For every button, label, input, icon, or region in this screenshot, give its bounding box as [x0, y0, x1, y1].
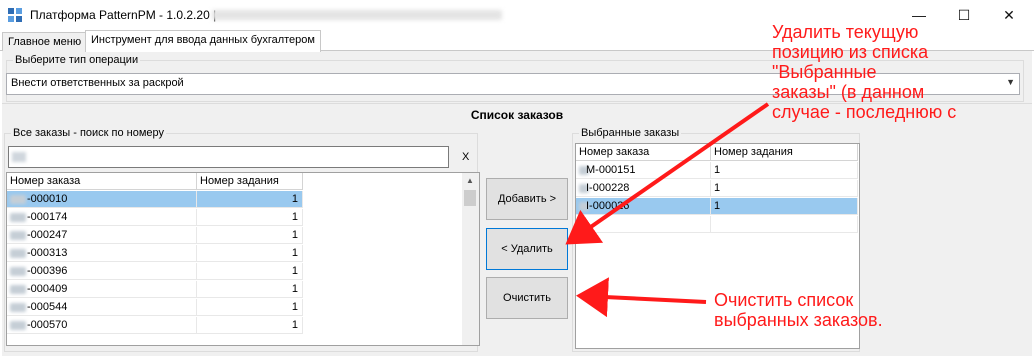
redacted-prefix: [10, 267, 26, 276]
order-number-cell: I-000026: [576, 198, 711, 215]
order-number-text: I-000228: [586, 182, 630, 194]
table-row[interactable]: I-000026 1: [576, 198, 858, 215]
app-icon: [8, 8, 22, 22]
redacted-prefix: [10, 213, 26, 222]
order-number-text: -000570: [27, 319, 68, 331]
order-search-input[interactable]: [8, 146, 449, 168]
selected-orders-group-title: Выбранные заказы: [579, 127, 682, 139]
grid-header: Номер заказа Номер задания: [576, 144, 858, 161]
annotation-line: случае - последнюю с: [772, 102, 957, 122]
order-number-cell: -000313: [7, 245, 197, 262]
scrollbar-thumb[interactable]: [464, 190, 476, 206]
order-number-cell: I-000228: [576, 180, 711, 197]
order-number-cell: -000544: [7, 299, 197, 316]
table-row[interactable]: M-000151 1: [576, 162, 858, 179]
table-row[interactable]: I-000228 1: [576, 180, 858, 197]
annotation-line: Очистить список: [714, 290, 854, 310]
order-number-text: I-000026: [586, 200, 630, 212]
task-number-cell: 1: [197, 299, 303, 316]
grid-header: Номер заказа Номер задания: [7, 173, 303, 190]
redacted-prefix: [10, 321, 26, 330]
order-number-cell: -000247: [7, 227, 197, 244]
table-row[interactable]: -000570 1: [7, 317, 303, 334]
task-number-cell: 1: [197, 245, 303, 262]
operation-label: Выберите тип операции: [13, 54, 141, 66]
empty-cell: [576, 216, 711, 233]
all-orders-scrollbar[interactable]: ▲: [462, 173, 479, 345]
order-number-cell: -000174: [7, 209, 197, 226]
table-row[interactable]: -000247 1: [7, 227, 303, 244]
table-row[interactable]: -000313 1: [7, 245, 303, 262]
task-number-cell: 1: [711, 198, 858, 215]
tab-accountant-tool[interactable]: Инструмент для ввода данных бухгалтером: [85, 30, 321, 52]
redacted-prefix: [10, 285, 26, 294]
column-header-order[interactable]: Номер заказа: [7, 173, 197, 190]
order-number-text: -000396: [27, 265, 68, 277]
order-number-cell: M-000151: [576, 162, 711, 179]
order-number-cell: -000396: [7, 263, 197, 280]
order-number-text: -000409: [27, 283, 68, 295]
task-number-cell: 1: [197, 281, 303, 298]
search-redacted: [12, 152, 26, 162]
table-row[interactable]: -000010 1: [7, 191, 303, 208]
annotation-line: заказы" (в данном: [772, 82, 925, 102]
table-row[interactable]: -000544 1: [7, 299, 303, 316]
redacted-prefix: [10, 249, 26, 258]
task-number-cell: 1: [711, 180, 858, 197]
tab-main-menu[interactable]: Главное меню: [2, 32, 88, 51]
annotation-line: позицию из списка: [772, 42, 929, 62]
column-header-task[interactable]: Номер задания: [711, 144, 858, 161]
scroll-up-icon[interactable]: ▲: [466, 176, 474, 185]
clear-search-button[interactable]: X: [462, 151, 469, 163]
annotation-line: Удалить текущую: [772, 22, 919, 42]
task-number-cell: 1: [197, 263, 303, 280]
annotation-line: "Выбранные: [772, 62, 877, 82]
empty-cell: [711, 216, 858, 233]
window-title: Платформа PatternPM - 1.0.2.20 |: [30, 8, 217, 22]
remove-annotation: Удалить текущую позицию из списка "Выбра…: [772, 22, 956, 122]
column-header-order[interactable]: Номер заказа: [576, 144, 711, 161]
annotation-line: выбранных заказов.: [714, 310, 883, 330]
task-number-cell: 1: [197, 191, 303, 208]
order-number-cell: -000409: [7, 281, 197, 298]
all-orders-grid: Номер заказа Номер задания -000010 1 -0001…: [6, 172, 480, 346]
order-number-text: -000247: [27, 229, 68, 241]
remove-button[interactable]: < Удалить: [486, 228, 568, 270]
chevron-down-icon: ▼: [1006, 77, 1015, 87]
operation-type-value: Внести ответственных за раскрой: [11, 77, 184, 89]
clear-annotation: Очистить список выбранных заказов.: [714, 290, 883, 330]
redacted-prefix: [10, 231, 26, 240]
task-number-cell: 1: [197, 209, 303, 226]
empty-new-row[interactable]: [576, 216, 858, 233]
title-redacted: [212, 10, 502, 20]
table-row[interactable]: -000409 1: [7, 281, 303, 298]
table-row[interactable]: -000174 1: [7, 209, 303, 226]
column-header-task[interactable]: Номер задания: [197, 173, 303, 190]
task-number-cell: 1: [197, 227, 303, 244]
order-number-text: -000174: [27, 211, 68, 223]
task-number-cell: 1: [197, 317, 303, 334]
redacted-prefix: [10, 195, 26, 204]
order-number-text: -000010: [27, 193, 68, 205]
table-row[interactable]: -000396 1: [7, 263, 303, 280]
order-number-cell: -000010: [7, 191, 197, 208]
clear-button[interactable]: Очистить: [486, 277, 568, 319]
order-number-text: -000544: [27, 301, 68, 313]
add-button[interactable]: Добавить >: [486, 178, 568, 220]
close-button[interactable]: ✕: [986, 0, 1032, 30]
order-number-cell: -000570: [7, 317, 197, 334]
all-orders-group-title: Все заказы - поиск по номеру: [11, 127, 167, 139]
order-number-text: -000313: [27, 247, 68, 259]
task-number-cell: 1: [711, 162, 858, 179]
order-number-text: M-000151: [586, 164, 636, 176]
redacted-prefix: [10, 303, 26, 312]
